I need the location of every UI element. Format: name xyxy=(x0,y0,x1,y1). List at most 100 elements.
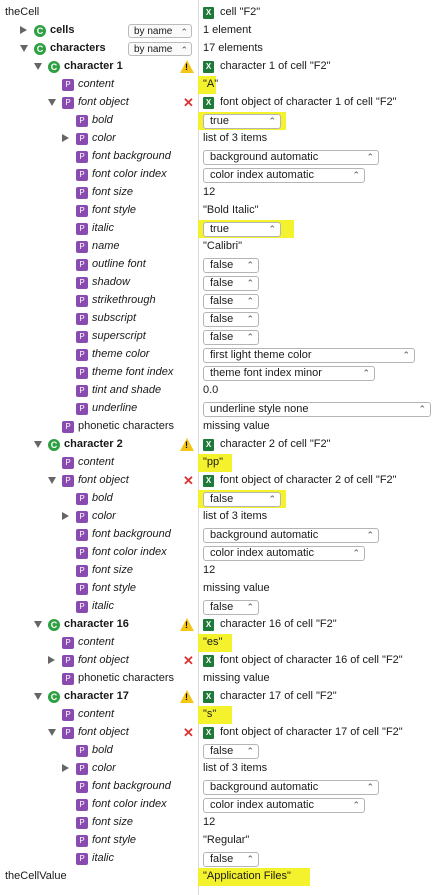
value-dropdown[interactable]: true ⌃ xyxy=(203,114,281,129)
tree-row[interactable]: Pcolor list of 3 items xyxy=(0,508,438,526)
tree-row[interactable]: Pfont size 12 xyxy=(0,184,438,202)
tree-row[interactable]: Pcolor list of 3 items xyxy=(0,130,438,148)
disclosure-closed-icon[interactable] xyxy=(48,656,55,664)
tree-row[interactable]: Pphonetic characters missing value xyxy=(0,670,438,688)
tree-row[interactable]: Psubscript false ⌃ xyxy=(0,310,438,328)
value-dropdown[interactable]: false ⌃ xyxy=(203,600,259,615)
tree-row[interactable]: Punderline underline style none ⌃ xyxy=(0,400,438,418)
stepper-icon: ⌃ xyxy=(366,530,374,540)
disclosure-closed-icon[interactable] xyxy=(62,512,69,520)
tree-row[interactable]: Pfont size 12 xyxy=(0,814,438,832)
tree-row[interactable]: Poutline font false ⌃ xyxy=(0,256,438,274)
tree-row[interactable]: Pfont object ✕ Xfont object of character 1… xyxy=(0,652,438,670)
value-dropdown[interactable]: false ⌃ xyxy=(203,852,259,867)
row-label: font background xyxy=(92,150,171,162)
tree-row[interactable]: Pbold false ⌃ xyxy=(0,742,438,760)
tree-row[interactable]: Pfont style missing value xyxy=(0,580,438,598)
excel-icon: X xyxy=(203,619,214,631)
tree-row[interactable]: Ccharacter 1! Xcharacter 1 of cell "F2" xyxy=(0,58,438,76)
value-dropdown[interactable]: false ⌃ xyxy=(203,294,259,309)
tree-row[interactable]: Pfont background background automatic ⌃ xyxy=(0,778,438,796)
tree-row[interactable]: Pcolor list of 3 items xyxy=(0,760,438,778)
tree-row[interactable]: theCellValue "Application Files" xyxy=(0,868,438,886)
value-dropdown[interactable]: first light theme color ⌃ xyxy=(203,348,415,363)
row-label: phonetic characters xyxy=(78,672,174,684)
value-dropdown[interactable]: background automatic ⌃ xyxy=(203,528,379,543)
value-dropdown[interactable]: color index automatic ⌃ xyxy=(203,798,365,813)
tree-row[interactable]: Ccells by name ⌃ 1 element xyxy=(0,22,438,40)
property-icon: P xyxy=(76,781,88,793)
tree-row[interactable]: Pcontent "pp" xyxy=(0,454,438,472)
tree-row[interactable]: Pfont style "Bold Italic" xyxy=(0,202,438,220)
tree-row[interactable]: Ptint and shade 0.0 xyxy=(0,382,438,400)
stepper-icon: ⌃ xyxy=(268,116,276,126)
value-dropdown[interactable]: false ⌃ xyxy=(203,312,259,327)
disclosure-open-icon[interactable] xyxy=(34,441,42,448)
value-dropdown[interactable]: background automatic ⌃ xyxy=(203,150,379,165)
value-dropdown[interactable]: theme font index minor ⌃ xyxy=(203,366,375,381)
disclosure-closed-icon[interactable] xyxy=(62,764,69,772)
tree-row[interactable]: Pitalic false ⌃ xyxy=(0,850,438,868)
tree-row[interactable]: Pcontent "es" xyxy=(0,634,438,652)
tree-row[interactable]: Pbold false ⌃ xyxy=(0,490,438,508)
tree-row[interactable]: Pitalic false ⌃ xyxy=(0,598,438,616)
tree-row[interactable]: Pfont background background automatic ⌃ xyxy=(0,148,438,166)
disclosure-open-icon[interactable] xyxy=(34,693,42,700)
tree-row[interactable]: Ptheme font index theme font index minor ⌃ xyxy=(0,364,438,382)
disclosure-open-icon[interactable] xyxy=(20,45,28,52)
error-x-icon: ✕ xyxy=(183,473,194,488)
value-dropdown[interactable]: background automatic ⌃ xyxy=(203,780,379,795)
disclosure-closed-icon[interactable] xyxy=(20,26,27,34)
disclosure-open-icon[interactable] xyxy=(48,477,56,484)
disclosure-closed-icon[interactable] xyxy=(62,134,69,142)
disclosure-open-icon[interactable] xyxy=(34,621,42,628)
row-label: font color index xyxy=(92,168,167,180)
value-dropdown[interactable]: color index automatic ⌃ xyxy=(203,546,365,561)
value-dropdown[interactable]: false ⌃ xyxy=(203,258,259,273)
property-icon: P xyxy=(76,511,88,523)
tree-row[interactable]: Ptheme color first light theme color ⌃ xyxy=(0,346,438,364)
stepper-icon: ⌃ xyxy=(402,350,410,360)
tree-row[interactable]: theCell Xcell "F2" xyxy=(0,4,438,22)
tree-row[interactable]: Pfont size 12 xyxy=(0,562,438,580)
tree-row[interactable]: Pitalic true ⌃ xyxy=(0,220,438,238)
tree-row[interactable]: Ccharacter 17! Xcharacter 17 of cell "F2" xyxy=(0,688,438,706)
dropdown-value: true xyxy=(210,115,229,127)
tree-row[interactable]: Pfont color index color index automatic ⌃ xyxy=(0,796,438,814)
tree-row[interactable]: Pfont style "Regular" xyxy=(0,832,438,850)
tree-row[interactable]: Psuperscript false ⌃ xyxy=(0,328,438,346)
row-label: font color index xyxy=(92,798,167,810)
value-dropdown[interactable]: underline style none ⌃ xyxy=(203,402,431,417)
value-dropdown[interactable]: false ⌃ xyxy=(203,330,259,345)
tree-row[interactable]: Pbold true ⌃ xyxy=(0,112,438,130)
sort-popup[interactable]: by name ⌃ xyxy=(128,42,192,56)
tree-row[interactable]: Pfont color index color index automatic ⌃ xyxy=(0,544,438,562)
value-dropdown[interactable]: false ⌃ xyxy=(203,744,259,759)
disclosure-open-icon[interactable] xyxy=(48,729,56,736)
row-label: name xyxy=(92,240,120,252)
value-dropdown[interactable]: color index automatic ⌃ xyxy=(203,168,365,183)
tree-row[interactable]: Ccharacter 16! Xcharacter 16 of cell "F2" xyxy=(0,616,438,634)
tree-row[interactable]: Pstrikethrough false ⌃ xyxy=(0,292,438,310)
tree-row[interactable]: Pphonetic characters missing value xyxy=(0,418,438,436)
tree-row[interactable]: Pshadow false ⌃ xyxy=(0,274,438,292)
value-dropdown[interactable]: true ⌃ xyxy=(203,222,281,237)
tree-row[interactable]: Pcontent "A" xyxy=(0,76,438,94)
row-label: font object xyxy=(78,474,129,486)
tree-row[interactable]: Ccharacters by name ⌃ 17 elements xyxy=(0,40,438,58)
tree-row[interactable]: Pfont background background automatic ⌃ xyxy=(0,526,438,544)
disclosure-open-icon[interactable] xyxy=(48,99,56,106)
tree-row[interactable]: Ccharacter 2! Xcharacter 2 of cell "F2" xyxy=(0,436,438,454)
tree-row[interactable]: Pfont object ✕ Xfont object of character 1… xyxy=(0,724,438,742)
tree-row[interactable]: Pfont color index color index automatic ⌃ xyxy=(0,166,438,184)
value-dropdown[interactable]: false ⌃ xyxy=(203,276,259,291)
row-label: tint and shade xyxy=(92,384,162,396)
disclosure-open-icon[interactable] xyxy=(34,63,42,70)
tree-row[interactable]: Pfont object ✕ Xfont object of character 2… xyxy=(0,472,438,490)
stepper-icon: ⌃ xyxy=(180,45,188,55)
tree-row[interactable]: Pfont object ✕ Xfont object of character 1… xyxy=(0,94,438,112)
sort-popup[interactable]: by name ⌃ xyxy=(128,24,192,38)
value-dropdown[interactable]: false ⌃ xyxy=(203,492,281,507)
tree-row[interactable]: Pname "Calibri" xyxy=(0,238,438,256)
tree-row[interactable]: Pcontent "s" xyxy=(0,706,438,724)
